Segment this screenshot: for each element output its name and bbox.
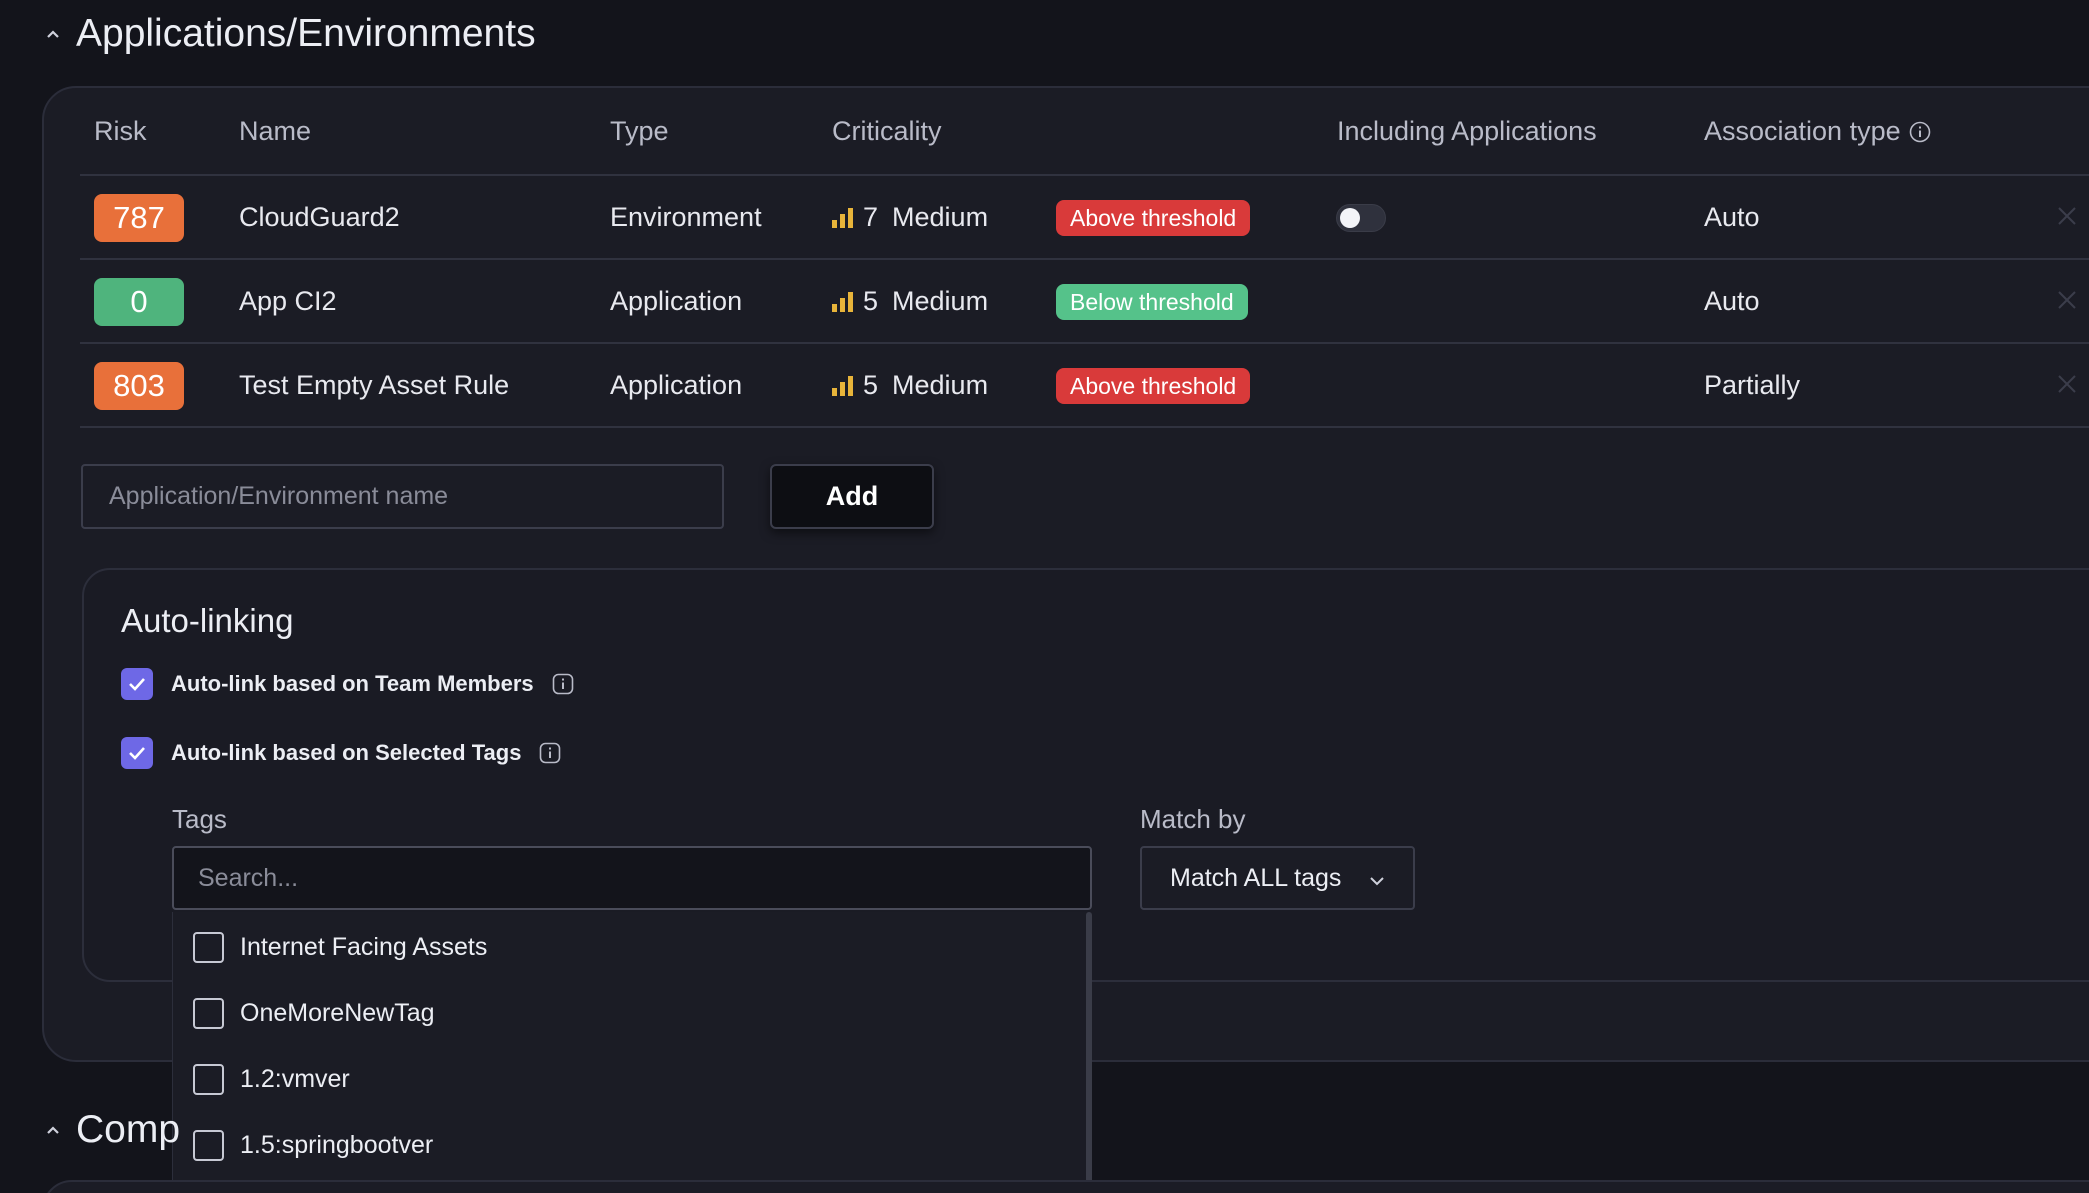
- tags-search-input[interactable]: [172, 846, 1092, 910]
- chevron-up-icon: [46, 1123, 60, 1137]
- compliance-panel: [42, 1180, 2089, 1193]
- tag-option[interactable]: OneMoreNewTag: [193, 998, 435, 1029]
- team-members-label: Auto-link based on Team Members: [171, 671, 534, 696]
- risk-badge: 0: [94, 278, 184, 326]
- tag-option-label: 1.5:springbootver: [240, 1131, 434, 1159]
- row-criticality: 5 Medium: [832, 260, 988, 342]
- row-name: CloudGuard2: [239, 201, 400, 232]
- criticality-label: Medium: [892, 285, 989, 316]
- criticality-label: Medium: [892, 201, 989, 232]
- risk-badge: 787: [94, 194, 184, 242]
- tag-option-label: 1.2:vmver: [240, 1065, 350, 1093]
- criticality-number: 5: [863, 285, 879, 316]
- column-header-name: Name: [239, 116, 312, 146]
- row-type: Application: [610, 369, 743, 400]
- selected-tags-checkbox[interactable]: [121, 737, 153, 769]
- tag-option[interactable]: 1.5:springbootver: [193, 1130, 433, 1161]
- applications-section-header[interactable]: Applications/Environments: [46, 12, 536, 56]
- compliance-section-header[interactable]: Comp: [46, 1108, 180, 1152]
- row-criticality: 7 Medium: [832, 176, 988, 258]
- row-association-type: Auto: [1704, 285, 1760, 316]
- auto-link-team-members-option[interactable]: Auto-link based on Team Members: [121, 668, 574, 700]
- toggle-knob: [1340, 208, 1360, 228]
- criticality-bars-icon: [832, 290, 853, 312]
- match-by-value: Match ALL tags: [1170, 863, 1342, 892]
- info-icon[interactable]: [552, 673, 574, 695]
- criticality-bars-icon: [832, 206, 853, 228]
- info-icon[interactable]: [1909, 121, 1931, 143]
- tags-dropdown: Internet Facing Assets OneMoreNewTag 1.2…: [172, 912, 1092, 1193]
- criticality-bars-icon: [832, 374, 853, 396]
- row-name: Test Empty Asset Rule: [239, 369, 510, 400]
- dropdown-scrollbar[interactable]: [1086, 912, 1092, 1193]
- risk-badge: 803: [94, 362, 184, 410]
- section-title: Applications/Environments: [76, 12, 536, 55]
- column-header-risk: Risk: [94, 116, 147, 146]
- row-association-type: Auto: [1704, 201, 1760, 232]
- criticality-number: 5: [863, 369, 879, 400]
- selected-tags-label: Auto-link based on Selected Tags: [171, 740, 522, 765]
- row-association-type: Partially: [1704, 369, 1801, 400]
- tag-checkbox[interactable]: [193, 1130, 224, 1161]
- table-row[interactable]: 803 Test Empty Asset Rule Application 5 …: [80, 344, 2089, 428]
- info-icon[interactable]: [539, 742, 561, 764]
- tags-label: Tags: [172, 804, 227, 834]
- match-by-select[interactable]: Match ALL tags: [1140, 846, 1415, 910]
- row-name: App CI2: [239, 285, 337, 316]
- team-members-checkbox[interactable]: [121, 668, 153, 700]
- including-applications-toggle[interactable]: [1336, 204, 1386, 232]
- tag-checkbox[interactable]: [193, 998, 224, 1029]
- row-criticality: 5 Medium: [832, 344, 988, 426]
- section-title: Comp: [76, 1108, 181, 1151]
- add-button[interactable]: Add: [770, 464, 934, 529]
- table-header: Risk Name Type Criticality Including App…: [80, 86, 2089, 176]
- chevron-down-icon: [1369, 864, 1385, 893]
- criticality-number: 7: [863, 201, 879, 232]
- column-header-criticality: Criticality: [832, 116, 942, 146]
- match-by-label: Match by: [1140, 804, 1246, 834]
- page: Applications/Environments Risk Name Type…: [0, 0, 2089, 1193]
- threshold-badge: Above threshold: [1056, 368, 1251, 404]
- table-row[interactable]: 0 App CI2 Application 5 Medium Below thr…: [80, 260, 2089, 344]
- tag-option[interactable]: 1.2:vmver: [193, 1064, 350, 1095]
- criticality-label: Medium: [892, 369, 989, 400]
- column-header-association-type: Association type: [1704, 116, 1931, 147]
- tag-checkbox[interactable]: [193, 1064, 224, 1095]
- threshold-badge: Above threshold: [1056, 200, 1251, 236]
- column-header-type: Type: [610, 116, 669, 146]
- remove-row-close-icon[interactable]: [2055, 288, 2079, 312]
- remove-row-close-icon[interactable]: [2055, 204, 2079, 228]
- auto-link-selected-tags-option[interactable]: Auto-link based on Selected Tags: [121, 737, 561, 769]
- threshold-badge: Below threshold: [1056, 284, 1248, 320]
- chevron-up-icon: [46, 27, 60, 41]
- tag-option[interactable]: Internet Facing Assets: [193, 932, 487, 963]
- auto-linking-title: Auto-linking: [121, 602, 294, 639]
- application-environment-name-input[interactable]: [81, 464, 724, 529]
- tag-option-label: Internet Facing Assets: [240, 933, 488, 961]
- row-type: Environment: [610, 201, 762, 232]
- tag-checkbox[interactable]: [193, 932, 224, 963]
- tag-option-label: OneMoreNewTag: [240, 999, 435, 1027]
- row-type: Application: [610, 285, 743, 316]
- table-row[interactable]: 787 CloudGuard2 Environment 7 Medium Abo…: [80, 176, 2089, 260]
- remove-row-close-icon[interactable]: [2055, 372, 2079, 396]
- column-header-including-applications: Including Applications: [1337, 116, 1597, 146]
